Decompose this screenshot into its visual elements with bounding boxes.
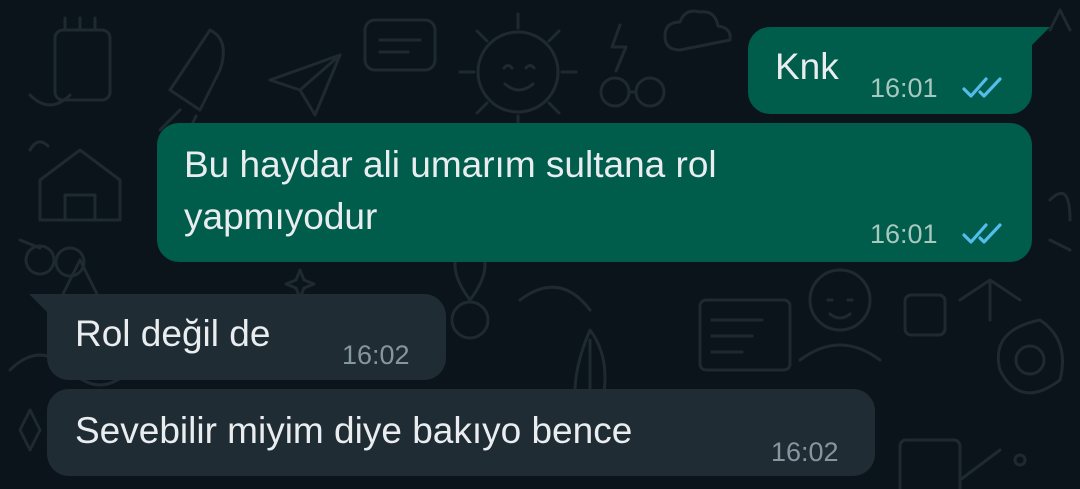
double-check-icon: [962, 77, 1002, 98]
bubble-tail: [1028, 27, 1050, 49]
double-check-icon: [962, 223, 1002, 244]
message-timestamp: 16:02: [342, 340, 410, 370]
message-text: Sevebilir miyim diye bakıyo bence: [75, 410, 633, 451]
message-text: Rol değil de: [75, 313, 271, 354]
bubble-tail: [29, 294, 51, 316]
message-timestamp: 16:02: [771, 437, 839, 467]
message-text-line-1: Bu haydar ali umarım sultana rol: [184, 144, 717, 185]
incoming-message-bubble[interactable]: Rol değil de 16:02: [29, 294, 446, 380]
outgoing-message-bubble[interactable]: Bu haydar ali umarım sultana rol yapmıyo…: [157, 123, 1032, 262]
chat-conversation: Knk 16:01 Bu haydar ali umarım sultana r…: [0, 0, 1080, 489]
message-timestamp: 16:01: [870, 73, 938, 103]
message-text: Knk: [775, 46, 839, 87]
message-timestamp: 16:01: [870, 219, 938, 249]
incoming-message-bubble[interactable]: Sevebilir miyim diye bakıyo bence 16:02: [47, 389, 875, 476]
outgoing-message-bubble[interactable]: Knk 16:01: [748, 27, 1050, 114]
message-text-line-2: yapmıyodur: [184, 196, 378, 237]
